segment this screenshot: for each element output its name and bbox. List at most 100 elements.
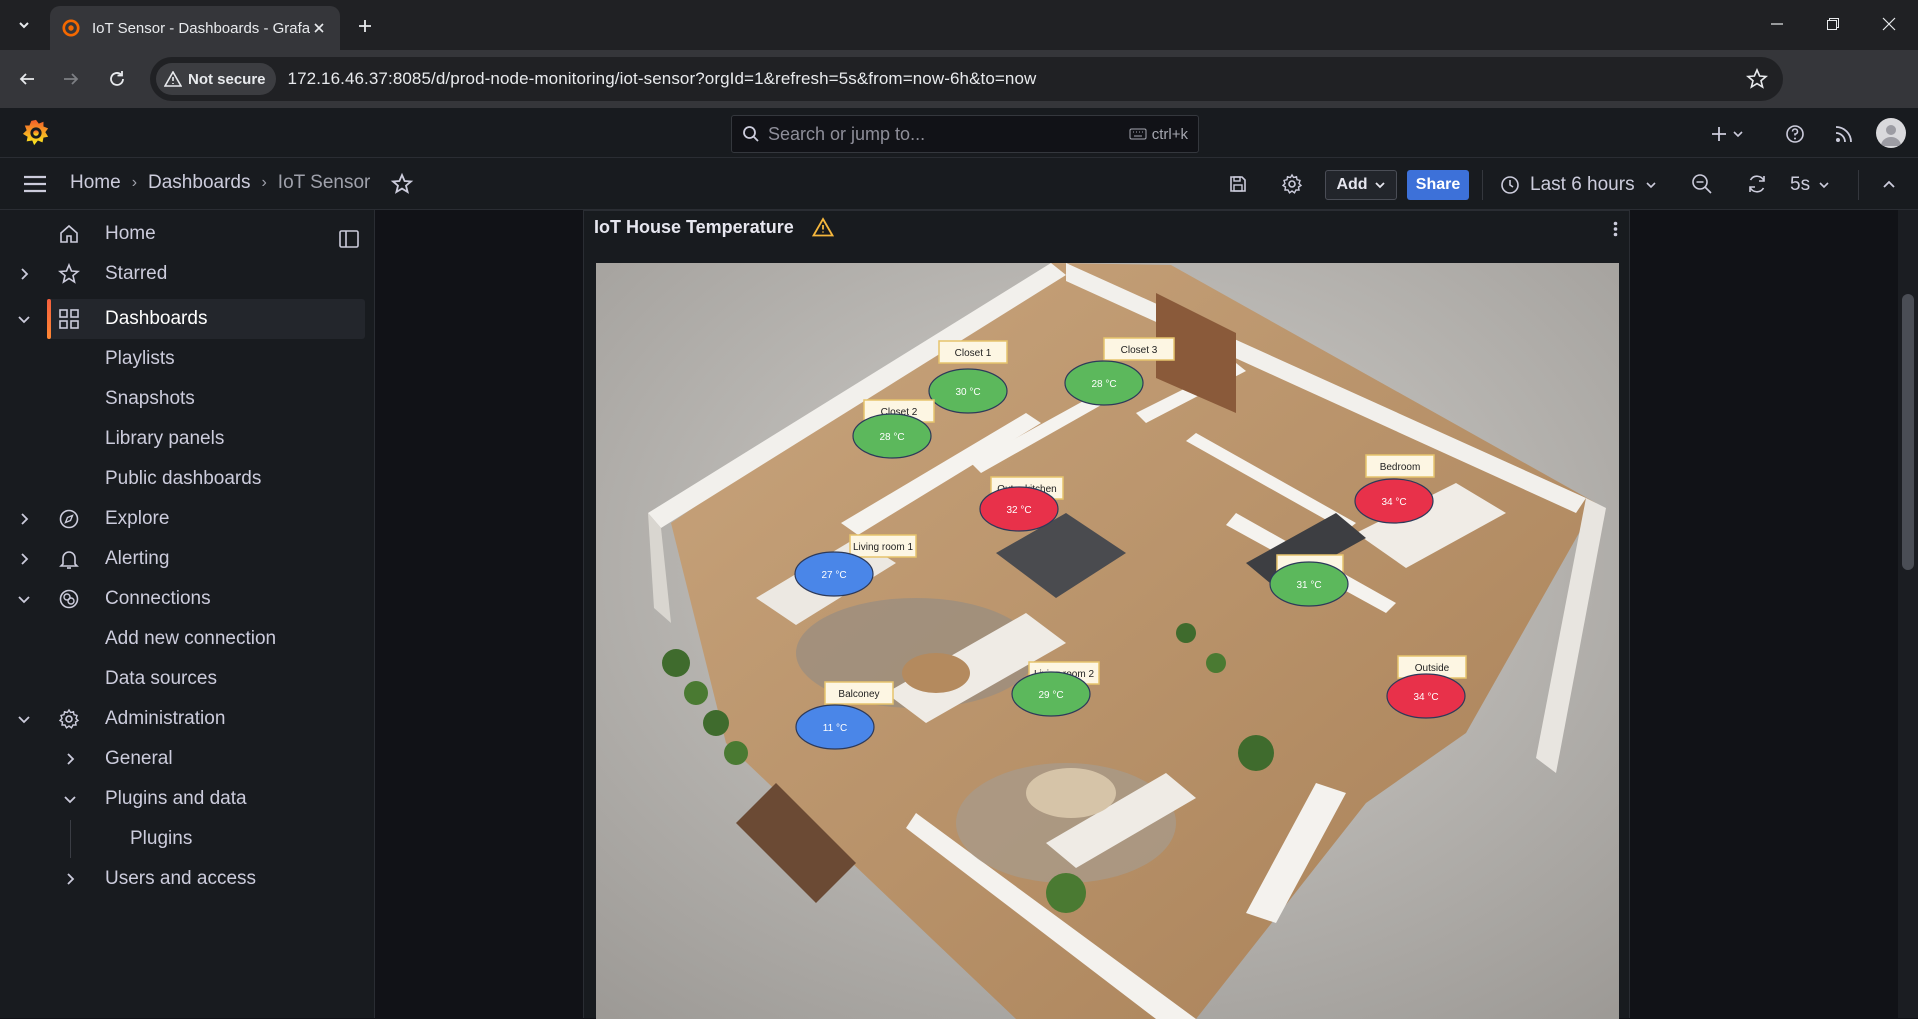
panel-title[interactable]: IoT House Temperature <box>594 217 794 238</box>
sensor-value: 31 °C <box>1296 580 1321 591</box>
security-indicator[interactable]: Not secure <box>156 63 276 95</box>
search-input[interactable]: Search or jump to... ctrl+k <box>731 115 1199 153</box>
chevron-right-icon[interactable] <box>16 511 32 527</box>
sidebar-item-playlists[interactable]: Playlists <box>0 339 375 379</box>
rss-icon <box>1835 126 1852 143</box>
sidebar-item-public-dashboards[interactable]: Public dashboards <box>0 459 375 499</box>
plant <box>1176 623 1196 643</box>
plus-icon <box>359 20 371 32</box>
plant <box>1206 653 1226 673</box>
news-button[interactable] <box>1834 123 1854 145</box>
sidebar-item-label: Users and access <box>105 868 257 889</box>
add-panel-button[interactable]: Add <box>1325 170 1397 200</box>
shortcut-label: ctrl+k <box>1151 125 1188 143</box>
forward-button[interactable] <box>56 64 86 94</box>
reload-button[interactable] <box>102 64 132 94</box>
scrollbar-thumb[interactable] <box>1902 294 1914 570</box>
sidebar-item-plugins[interactable]: Plugins <box>0 819 375 859</box>
tab-search-button[interactable] <box>10 11 38 39</box>
sensor-outside[interactable]: Outside 34 °C <box>1386 655 1467 719</box>
sensor-value: 32 °C <box>1006 505 1031 516</box>
sidebar-item-users-and-access[interactable]: Users and access <box>0 859 375 899</box>
time-range-picker[interactable]: Last 6 hours <box>1500 170 1657 200</box>
warning-triangle-icon <box>164 71 182 87</box>
close-window-button[interactable] <box>1866 8 1912 40</box>
sidebar-item-label: Home <box>105 223 156 244</box>
sidebar-item-label: Starred <box>105 263 168 284</box>
sidebar-item-label: Playlists <box>105 348 175 369</box>
chevron-right-icon[interactable] <box>16 266 32 282</box>
sensor-closet-2[interactable]: Closet 228 °C <box>852 399 935 459</box>
dashboard-panel[interactable]: IoT House Temperature Closet 1 30 °C Clo… <box>583 210 1630 1019</box>
add-label: Add <box>1336 176 1368 193</box>
sidebar-item-administration[interactable]: Administration <box>0 699 375 739</box>
restore-window-button[interactable] <box>1810 8 1856 40</box>
new-menu-button[interactable] <box>1710 123 1744 145</box>
close-tab-icon[interactable] <box>310 19 328 37</box>
sensor-value: 11 °C <box>823 723 847 734</box>
chevron-right-icon[interactable] <box>62 871 78 887</box>
share-button[interactable]: Share <box>1407 170 1469 200</box>
sidebar-item-label: Plugins and data <box>105 788 247 809</box>
user-avatar[interactable] <box>1876 118 1906 148</box>
user-icon <box>1881 125 1901 146</box>
dashboard-settings-button[interactable] <box>1278 170 1306 198</box>
chevron-right-icon[interactable] <box>62 751 78 767</box>
sidebar-item-plugins-and-data[interactable]: Plugins and data <box>0 779 375 819</box>
sidebar-item-explore[interactable]: Explore <box>0 499 375 539</box>
sidebar-item-general[interactable]: General <box>0 739 375 779</box>
minimize-window-button[interactable] <box>1754 8 1800 40</box>
save-dashboard-button[interactable] <box>1224 170 1252 198</box>
grafana-logo-icon[interactable] <box>22 118 50 148</box>
refresh-interval-picker[interactable]: 5s <box>1790 170 1830 200</box>
chevron-down-icon[interactable] <box>16 311 32 327</box>
zoom-out-button[interactable] <box>1688 170 1716 198</box>
chevron-right-icon: › <box>261 174 267 191</box>
sidebar-item-label: Public dashboards <box>105 468 262 489</box>
chevron-down-icon[interactable] <box>16 711 32 727</box>
sidebar-item-library-panels[interactable]: Library panels <box>0 419 375 459</box>
chevron-down-icon[interactable] <box>16 591 32 607</box>
chevron-down-icon[interactable] <box>62 791 78 807</box>
mark-favorite-star-icon[interactable] <box>390 172 414 196</box>
new-tab-button[interactable] <box>352 13 378 39</box>
menu-icon[interactable] <box>22 174 48 194</box>
chevron-down-icon <box>1646 182 1656 189</box>
page-scrollbar[interactable] <box>1898 210 1918 1018</box>
back-button[interactable] <box>12 64 42 94</box>
sidebar-item-label: General <box>105 748 173 769</box>
breadcrumb-dashboards[interactable]: Dashboards <box>148 172 250 194</box>
search-placeholder: Search or jump to... <box>768 123 926 144</box>
floor-plan-image: Closet 130 °CCloset 328 °CCloset 228 °CO… <box>596 263 1619 1019</box>
grafana-top-bar: Search or jump to... ctrl+k <box>0 108 1918 158</box>
sidebar-item-label: Library panels <box>105 428 225 449</box>
sidebar-item-snapshots[interactable]: Snapshots <box>0 379 375 419</box>
sensor-bedroom[interactable]: Bedroom 34 °C <box>1354 454 1435 524</box>
address-bar[interactable]: Not secure 172.16.46.37:8085/d/prod-node… <box>150 57 1783 101</box>
refresh-button[interactable] <box>1743 170 1771 198</box>
sidebar-item-alerting[interactable]: Alerting <box>0 539 375 579</box>
sidebar-item-home[interactable]: Home <box>0 214 375 254</box>
bookmark-star-icon[interactable] <box>1745 67 1769 91</box>
collapse-toolbar-button[interactable] <box>1875 170 1903 198</box>
sensor-kitchen[interactable]: Kitchen31 °C <box>1269 554 1349 607</box>
grafana-favicon-icon <box>62 19 80 37</box>
sensor-closet-1[interactable]: Closet 1 30 °C <box>928 340 1008 414</box>
sidebar-item-dashboards[interactable]: Dashboards <box>0 299 375 339</box>
breadcrumb: Home › Dashboards › IoT Sensor <box>70 172 370 194</box>
sidebar-item-label: Explore <box>105 508 170 529</box>
chevron-right-icon[interactable] <box>16 551 32 567</box>
help-button[interactable] <box>1785 123 1805 145</box>
sidebar-item-add-new-connection[interactable]: Add new connection <box>0 619 375 659</box>
warning-icon[interactable] <box>812 217 834 237</box>
sidebar-item-connections[interactable]: Connections <box>0 579 375 619</box>
browser-tab[interactable]: IoT Sensor - Dashboards - Grafana <box>50 6 340 50</box>
plant <box>662 649 690 677</box>
breadcrumb-home[interactable]: Home <box>70 172 121 194</box>
panel-menu-button[interactable] <box>1606 219 1624 239</box>
sidebar-item-data-sources[interactable]: Data sources <box>0 659 375 699</box>
connections-icon <box>59 589 79 609</box>
sidebar-item-starred[interactable]: Starred <box>0 254 375 294</box>
divider <box>1482 170 1483 200</box>
reload-icon <box>110 71 124 86</box>
